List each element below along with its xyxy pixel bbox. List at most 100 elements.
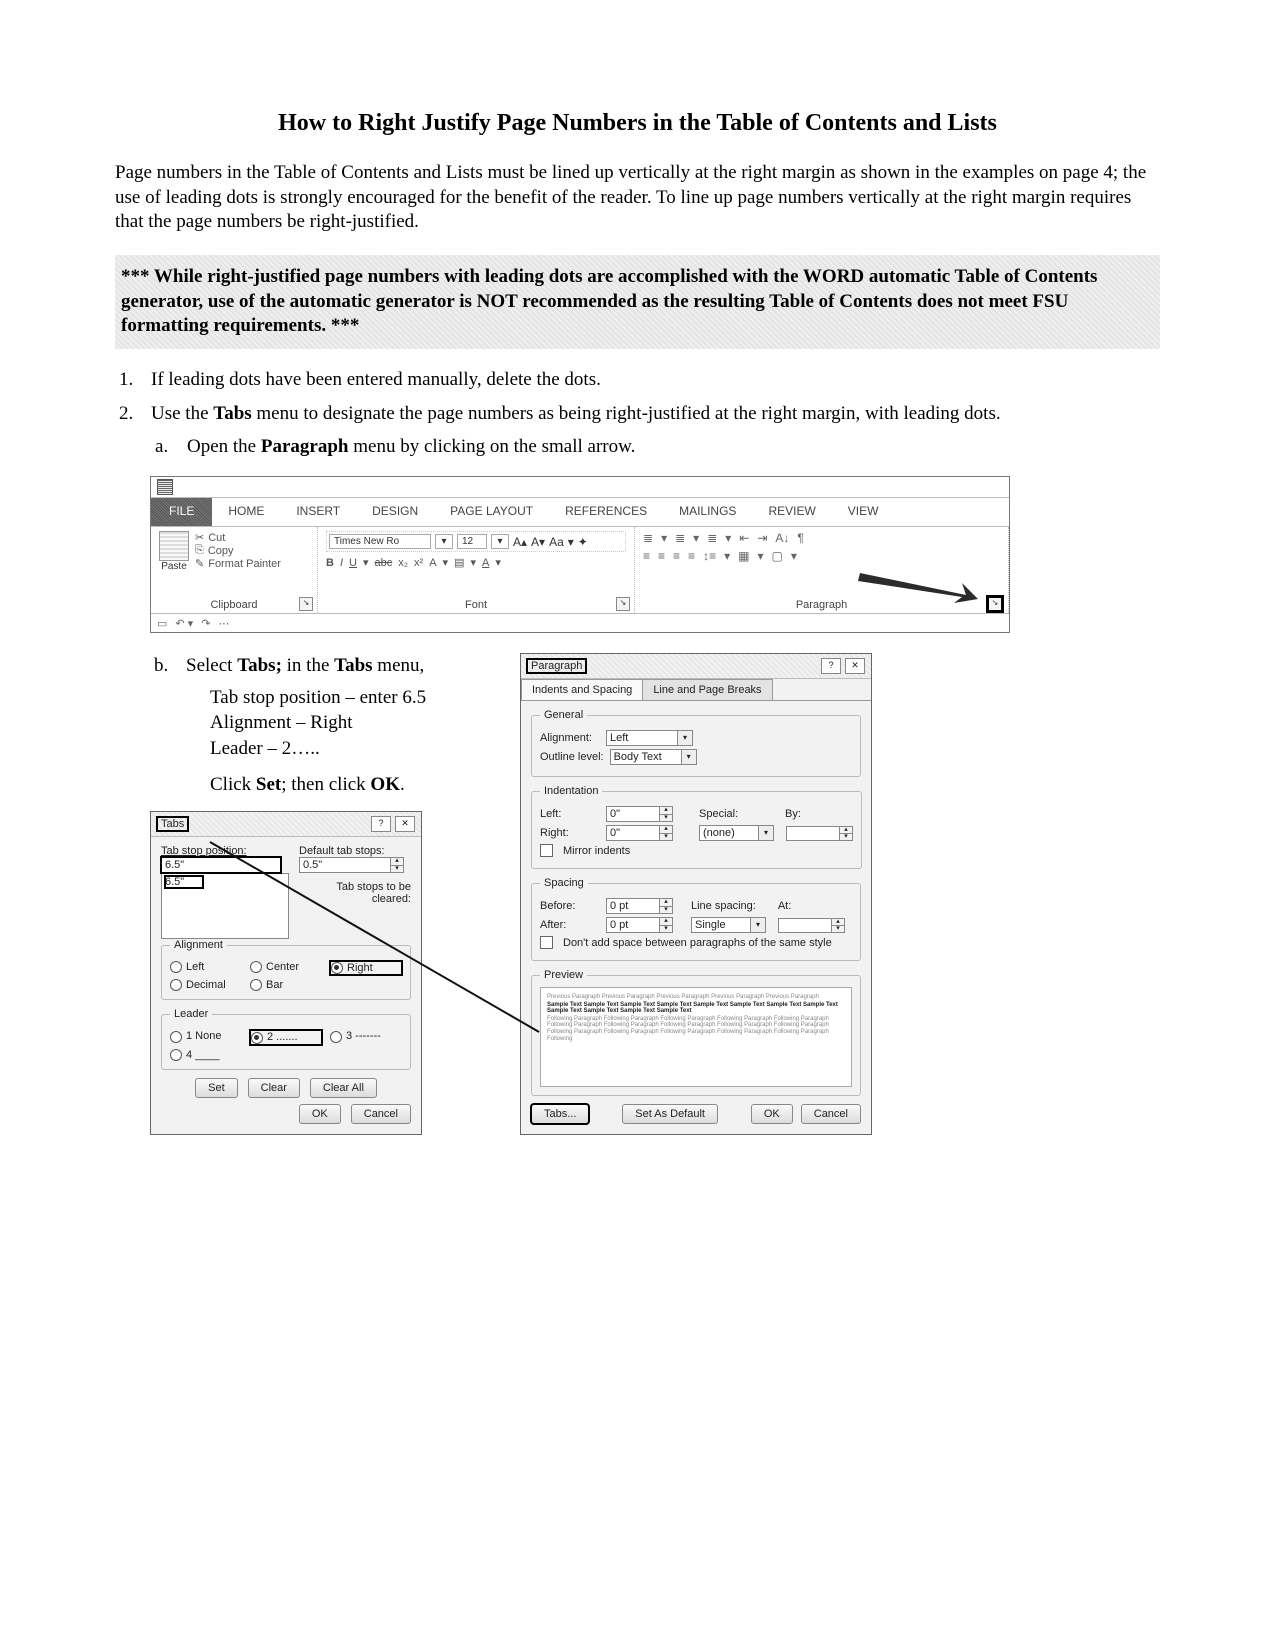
qa-icon-4[interactable]: ⋯ — [218, 617, 229, 630]
para-help-button[interactable]: ? — [821, 658, 841, 674]
te-dropdown-icon[interactable]: ▾ — [443, 556, 449, 569]
sort-icon[interactable]: A↓ — [775, 531, 789, 545]
special-dropdown[interactable]: (none)▾ — [699, 825, 774, 841]
qa-icon-3[interactable]: ↷ — [201, 617, 210, 630]
paste-button[interactable]: Paste — [159, 531, 189, 572]
para-tab-indents[interactable]: Indents and Spacing — [521, 679, 643, 700]
font-launcher[interactable]: ↘ — [616, 597, 630, 611]
font-size-box[interactable]: 12 — [457, 534, 487, 549]
tabs-cancel-button[interactable]: Cancel — [351, 1104, 411, 1124]
line-spacing-icon[interactable]: ↕≡ — [703, 549, 716, 563]
para-default-button[interactable]: Set As Default — [622, 1104, 718, 1124]
copy-button[interactable]: ⎘ Copy — [195, 544, 281, 557]
tab-insert[interactable]: INSERT — [280, 498, 356, 526]
align-justify-icon[interactable]: ≡ — [688, 549, 695, 563]
tab-home[interactable]: HOME — [212, 498, 280, 526]
tabstop-list[interactable]: 6.5" — [161, 873, 289, 939]
paragraph-launcher[interactable]: ↘ — [988, 597, 1002, 611]
shading-icon[interactable]: ▦ — [738, 549, 749, 563]
tab-review[interactable]: REVIEW — [752, 498, 831, 526]
tab-references[interactable]: REFERENCES — [549, 498, 663, 526]
qa-icon-2[interactable]: ↶ ▾ — [175, 617, 193, 630]
leader-4-radio[interactable]: 4 ____ — [170, 1049, 242, 1061]
subscript-button[interactable]: x₂ — [398, 557, 408, 569]
increase-indent-icon[interactable]: ⇥ — [757, 531, 767, 545]
align-center-radio[interactable]: Center — [250, 961, 322, 975]
linespacing-dropdown[interactable]: Single▾ — [691, 917, 766, 933]
font-color-icon[interactable]: A — [482, 557, 489, 569]
dontadd-checkbox[interactable] — [540, 936, 553, 949]
align-right-radio[interactable]: Right — [330, 961, 402, 975]
at-input[interactable]: ▴▾ — [778, 918, 845, 933]
indent-left-input[interactable]: 0"▴▾ — [606, 806, 673, 822]
leader-1-radio[interactable]: 1 None — [170, 1030, 242, 1044]
qa-icon-1[interactable]: ▭ — [157, 617, 167, 630]
tab-mailings[interactable]: MAILINGS — [663, 498, 752, 526]
change-case-icon[interactable]: Aa — [549, 535, 564, 549]
tab-view[interactable]: VIEW — [832, 498, 895, 526]
underline-button[interactable]: U — [349, 557, 357, 569]
tab-design[interactable]: DESIGN — [356, 498, 434, 526]
hl-dropdown-icon[interactable]: ▾ — [470, 556, 476, 569]
decrease-indent-icon[interactable]: ⇤ — [739, 531, 749, 545]
showhide-icon[interactable]: ¶ — [797, 531, 803, 545]
para-tab-linebreaks[interactable]: Line and Page Breaks — [642, 679, 772, 700]
para-close-button[interactable]: ✕ — [845, 658, 865, 674]
tabs-close-button[interactable]: ✕ — [395, 816, 415, 832]
br-drop-icon[interactable]: ▾ — [791, 549, 797, 563]
para-ok-button[interactable]: OK — [751, 1104, 793, 1124]
text-effects-icon[interactable]: A — [429, 557, 436, 569]
tabs-clearall-button[interactable]: Clear All — [310, 1078, 377, 1098]
after-input[interactable]: 0 pt▴▾ — [606, 917, 673, 933]
indent-right-input[interactable]: 0"▴▾ — [606, 825, 673, 841]
n-drop-icon[interactable]: ▾ — [693, 531, 699, 545]
leader-3-radio[interactable]: 3 ------- — [330, 1030, 402, 1044]
align-left-icon[interactable]: ≡ — [643, 549, 650, 563]
format-painter-button[interactable]: ✎ Format Painter — [195, 557, 281, 570]
default-tabstops-input[interactable]: 0.5"▴▾ — [299, 857, 404, 873]
leader-2-radio[interactable]: 2 ....... — [250, 1030, 322, 1044]
underline-dropdown-icon[interactable]: ▾ — [363, 556, 369, 569]
tabs-set-button[interactable]: Set — [195, 1078, 238, 1098]
clear-format-icon[interactable]: ✦ — [578, 535, 588, 549]
highlight-icon[interactable]: ▤ — [454, 556, 464, 569]
ml-drop-icon[interactable]: ▾ — [725, 531, 731, 545]
b-drop-icon[interactable]: ▾ — [661, 531, 667, 545]
outline-dropdown[interactable]: Body Text▾ — [610, 749, 697, 765]
numbering-icon[interactable]: ≣ — [675, 531, 685, 545]
tabs-help-button[interactable]: ? — [371, 816, 391, 832]
multilevel-icon[interactable]: ≣ — [707, 531, 717, 545]
font-size-dropdown-icon[interactable]: ▾ — [491, 534, 509, 549]
superscript-button[interactable]: x² — [414, 557, 423, 569]
by-input[interactable]: ▴▾ — [786, 826, 853, 841]
mirror-checkbox[interactable] — [540, 844, 553, 857]
clipboard-launcher[interactable]: ↘ — [299, 597, 313, 611]
grow-font-icon[interactable]: A▴ — [513, 535, 527, 549]
shrink-font-icon[interactable]: A▾ — [531, 535, 545, 549]
italic-button[interactable]: I — [340, 557, 343, 569]
bold-button[interactable]: B — [326, 557, 334, 569]
font-name-box[interactable]: Times New Ro — [329, 534, 431, 549]
tab-file[interactable]: FILE — [151, 498, 212, 526]
tab-pagelayout[interactable]: PAGE LAYOUT — [434, 498, 549, 526]
tabs-clear-button[interactable]: Clear — [248, 1078, 300, 1098]
font-name-dropdown-icon[interactable]: ▾ — [435, 534, 453, 549]
alignment-dropdown[interactable]: Left▾ — [606, 730, 693, 746]
borders-icon[interactable]: ▢ — [771, 549, 782, 563]
align-decimal-radio[interactable]: Decimal — [170, 979, 242, 991]
para-tabs-button[interactable]: Tabs... — [531, 1104, 589, 1124]
cut-button[interactable]: ✂ Cut — [195, 531, 281, 544]
align-right-icon[interactable]: ≡ — [673, 549, 680, 563]
bullets-icon[interactable]: ≣ — [643, 531, 653, 545]
sh-drop-icon[interactable]: ▾ — [757, 549, 763, 563]
tabs-ok-button[interactable]: OK — [299, 1104, 341, 1124]
aa-dropdown-icon[interactable]: ▾ — [568, 535, 574, 549]
tabstop-list-item[interactable]: 6.5" — [165, 876, 203, 888]
para-cancel-button[interactable]: Cancel — [801, 1104, 861, 1124]
align-left-radio[interactable]: Left — [170, 961, 242, 975]
align-bar-radio[interactable]: Bar — [250, 979, 322, 991]
ls-drop-icon[interactable]: ▾ — [724, 549, 730, 563]
align-center-icon[interactable]: ≡ — [658, 549, 665, 563]
strike-button[interactable]: abc — [375, 557, 393, 569]
before-input[interactable]: 0 pt▴▾ — [606, 898, 673, 914]
